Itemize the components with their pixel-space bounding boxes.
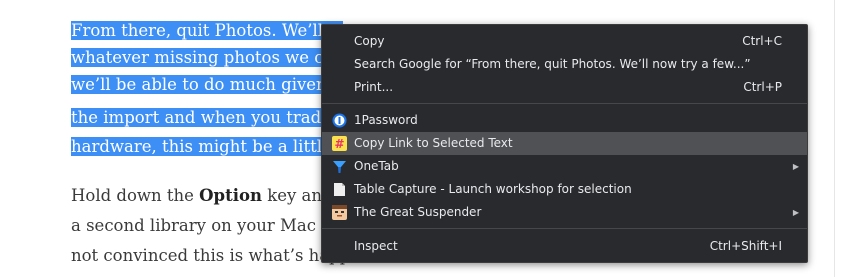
menu-item-1password[interactable]: 1Password [322,109,807,132]
article-line-selected: we’ll be able to do much given h [71,72,347,98]
hash-icon: # [332,136,347,151]
article-text: a second library on your Mac th [71,216,339,235]
menu-item-label: 1Password [354,113,418,127]
menu-item-copy-link-to-selected-text[interactable]: # Copy Link to Selected Text [322,132,807,155]
menu-item-label: OneTab [354,159,399,173]
onetab-funnel-icon [332,159,347,174]
menu-item-great-suspender[interactable]: The Great Suspender ▶ [322,201,807,224]
article-line: Hold down the Option key and l [71,183,343,209]
article-line-selected: the import and when you traded [71,105,346,131]
option-key-text: Option [199,186,262,205]
selected-text[interactable]: From there, quit Photos. We’ll n [71,21,343,40]
menu-item-inspect[interactable]: Inspect Ctrl+Shift+I [322,235,807,258]
selected-text[interactable]: whatever missing photos we can [71,48,349,67]
table-capture-icon [332,182,347,197]
submenu-arrow-icon: ▶ [792,208,799,217]
menu-item-shortcut: Ctrl+C [742,34,782,48]
article-line: not convinced this is what’s happ [71,243,350,269]
selected-text[interactable]: the import and when you traded [71,108,346,127]
article-line-selected: whatever missing photos we can [71,45,349,71]
svg-text:#: # [334,137,344,151]
selected-text[interactable]: hardware, this might be a little [71,137,336,156]
menu-item-label: Inspect [354,239,398,253]
menu-item-search-google[interactable]: Search Google for “From there, quit Phot… [322,53,807,76]
menu-item-label: Print... [354,80,394,94]
menu-item-table-capture[interactable]: Table Capture - Launch workshop for sele… [322,178,807,201]
menu-item-shortcut: Ctrl+P [743,80,782,94]
menu-item-label: Search Google for “From there, quit Phot… [354,57,751,71]
article-text: Hold down the [71,186,200,205]
menu-item-label: Copy [354,34,385,48]
1password-icon [332,113,347,128]
menu-item-label: Table Capture - Launch workshop for sele… [354,182,632,196]
menu-item-label: The Great Suspender [354,205,482,219]
menu-item-shortcut: Ctrl+Shift+I [709,239,782,253]
menu-item-label: Copy Link to Selected Text [354,136,513,150]
menu-item-onetab[interactable]: OneTab ▶ [322,155,807,178]
selected-text[interactable]: we’ll be able to do much given h [71,75,347,94]
context-menu: Copy Ctrl+C Search Google for “From ther… [321,24,808,263]
menu-item-copy[interactable]: Copy Ctrl+C [322,30,807,53]
article-text: not convinced this is what’s happ [71,246,351,265]
menu-separator [322,228,807,229]
menu-item-print[interactable]: Print... Ctrl+P [322,76,807,99]
submenu-arrow-icon: ▶ [792,162,799,171]
menu-separator [322,103,807,104]
article-line: a second library on your Mac th [71,213,339,239]
suspender-face-icon [332,205,347,220]
article-line-selected: From there, quit Photos. We’ll n [71,18,343,44]
article-line-selected: hardware, this might be a little [71,134,336,160]
